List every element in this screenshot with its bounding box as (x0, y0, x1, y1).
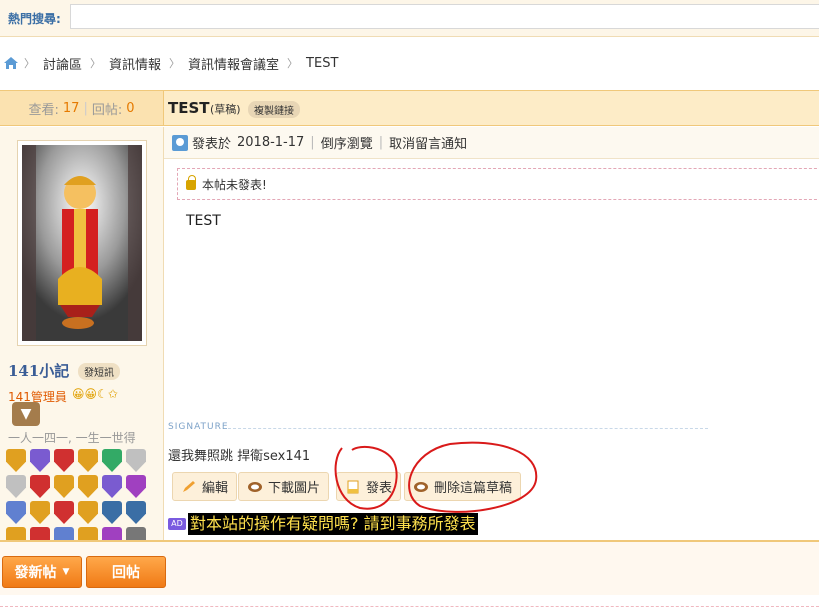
pencil-icon (183, 480, 195, 492)
medal-icon[interactable] (102, 449, 122, 472)
medal-icon[interactable] (54, 449, 74, 472)
delete-icon (414, 481, 428, 492)
home-icon[interactable] (2, 55, 20, 71)
breadcrumb-forum[interactable]: 討論區 (39, 54, 86, 73)
unpublished-notice: 本帖未發表! (177, 168, 819, 200)
meta-divider: | (310, 135, 315, 150)
breadcrumb-board[interactable]: 資訊情報會議室 (184, 54, 283, 73)
post-content: TEST (186, 213, 221, 229)
stats-divider: | (83, 100, 88, 116)
lock-icon (186, 175, 196, 190)
send-pm-button[interactable]: 發短訊 (78, 363, 120, 380)
breadcrumb-category[interactable]: 資訊情報 (105, 54, 165, 73)
medal-icon[interactable] (126, 449, 146, 472)
edit-button[interactable]: 編輯 (172, 472, 238, 501)
draft-tag: (草稿) (210, 103, 241, 116)
author-panel: 141小記 發短訊 141管理員 😀😀☾✩ ▼ 一人一四一, 一生一世得 (0, 127, 164, 550)
medal-icon[interactable] (30, 501, 50, 524)
thread-stats: 查看: 17 | 回帖: 0 (0, 91, 164, 125)
edit-label: 編輯 (202, 481, 229, 496)
thread-header: 查看: 17 | 回帖: 0 TEST (草稿) 複製鏈接 (0, 90, 819, 126)
dropdown-arrow-icon: ▼ (62, 567, 70, 577)
group-star-icons: 😀😀☾✩ (72, 387, 118, 401)
replies-count: 0 (126, 100, 135, 116)
ad-badge: AD (168, 518, 186, 530)
copy-link-button[interactable]: 複製鏈接 (248, 101, 300, 118)
expand-profile-button[interactable]: ▼ (12, 402, 40, 426)
author-motto: 一人一四一, 一生一世得 (8, 431, 136, 445)
ad-text[interactable]: 對本站的操作有疑問嗎? 請到事務所發表 (188, 513, 478, 535)
medal-icon[interactable] (102, 501, 122, 524)
signature-divider (228, 428, 708, 429)
medal-icon[interactable] (30, 475, 50, 498)
medal-icon[interactable] (126, 475, 146, 498)
medal-icon[interactable] (126, 501, 146, 524)
medal-icon[interactable] (54, 501, 74, 524)
search-input[interactable] (70, 4, 819, 29)
posted-prefix: 發表於 (192, 137, 232, 152)
online-user-icon (172, 134, 188, 151)
breadcrumb-thread: TEST (306, 55, 339, 71)
reverse-view-link[interactable]: 倒序瀏覽 (321, 133, 373, 152)
ad-banner[interactable]: AD 對本站的操作有疑問嗎? 請到事務所發表 (168, 513, 478, 535)
views-count: 17 (62, 100, 80, 116)
new-thread-label: 發新帖 (14, 565, 57, 581)
bottom-action-bar: 發新帖 ▼ 回帖 (0, 540, 819, 595)
views-label: 查看: (28, 102, 59, 118)
medal-icon[interactable] (78, 449, 98, 472)
medals-grid (6, 449, 156, 550)
breadcrumb: 〉 討論區 〉 資訊情報 〉 資訊情報會議室 〉 TEST (0, 52, 342, 74)
download-icon (248, 481, 262, 492)
breadcrumb-separator: 〉 (24, 57, 35, 70)
medal-icon[interactable] (102, 475, 122, 498)
reply-button[interactable]: 回帖 (86, 556, 166, 588)
publish-label: 發表 (366, 481, 393, 496)
post-meta-bar: 發表於 2018-1-17 | 倒序瀏覽 | 取消留言通知 (164, 127, 819, 159)
publish-button[interactable]: 發表 (336, 472, 402, 501)
footer-divider (0, 606, 819, 607)
search-label: 熱門搜尋: (8, 12, 61, 26)
avatar[interactable] (17, 140, 147, 346)
reply-label: 回帖 (112, 565, 140, 581)
medal-icon[interactable] (78, 475, 98, 498)
download-images-button[interactable]: 下載圖片 (238, 472, 330, 501)
delete-draft-button[interactable]: 刪除這篇草稿 (404, 472, 522, 501)
download-label: 下載圖片 (268, 481, 321, 496)
signature-text: 還我舞照跳 捍衛sex141 (168, 449, 311, 464)
breadcrumb-separator: 〉 (169, 57, 181, 70)
search-bar: 熱門搜尋: (0, 0, 819, 37)
avatar-image (22, 145, 142, 341)
medal-icon[interactable] (6, 449, 26, 472)
medal-icon[interactable] (78, 501, 98, 524)
new-thread-button[interactable]: 發新帖 ▼ (2, 556, 82, 588)
meta-divider: | (378, 135, 384, 150)
medal-icon[interactable] (30, 449, 50, 472)
signature-label: SIGNATURE (168, 422, 229, 432)
unpublished-text: 本帖未發表! (202, 177, 267, 192)
medal-icon[interactable] (6, 475, 26, 498)
replies-label: 回帖: (91, 102, 123, 118)
breadcrumb-separator: 〉 (287, 57, 299, 70)
document-icon (347, 480, 359, 493)
medal-icon[interactable] (6, 501, 26, 524)
cancel-notify-link[interactable]: 取消留言通知 (389, 133, 467, 152)
author-name[interactable]: 141小記 (8, 360, 69, 381)
post-date: 2018-1-17 (237, 135, 305, 150)
breadcrumb-separator: 〉 (90, 57, 102, 70)
delete-draft-label: 刪除這篇草稿 (434, 481, 513, 496)
thread-title: TEST (168, 99, 210, 117)
medal-icon[interactable] (54, 475, 74, 498)
